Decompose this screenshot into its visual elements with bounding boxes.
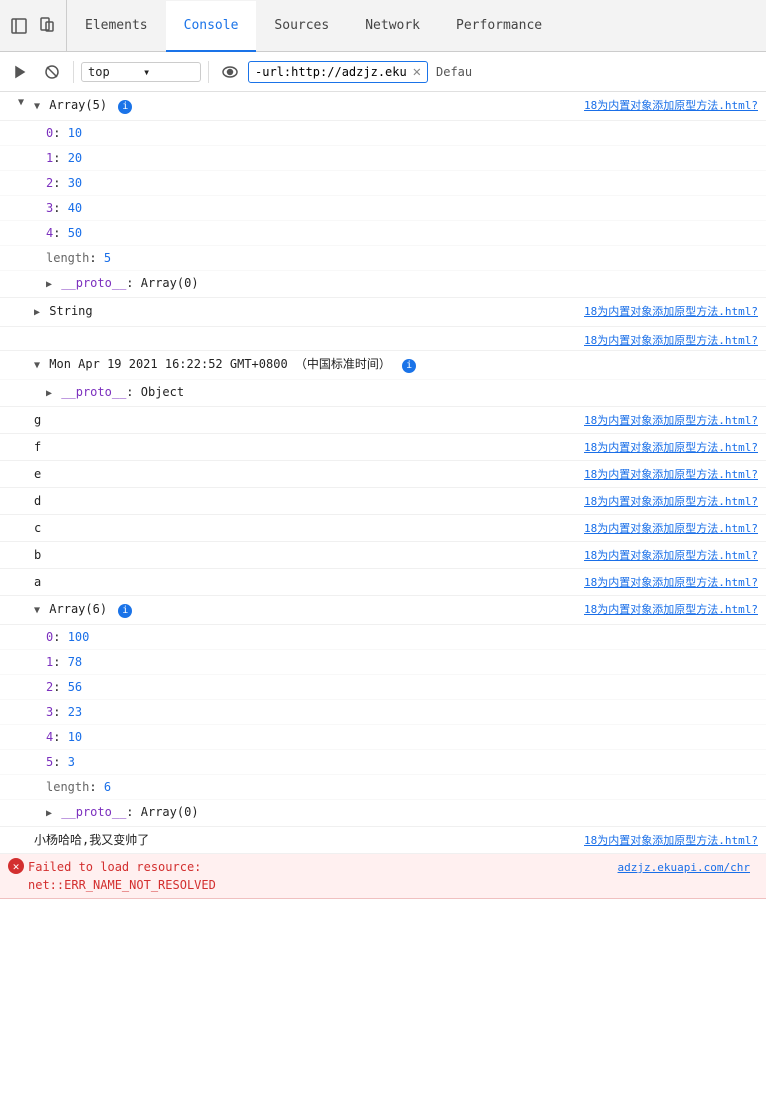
array6-proto: __proto__: Array(0) xyxy=(0,800,766,827)
array5-length: length: 5 xyxy=(0,246,766,271)
tab-network[interactable]: Network xyxy=(347,1,438,52)
row-g: g 18为内置对象添加原型方法.html? xyxy=(0,407,766,434)
array6-item-4: 4: 10 xyxy=(0,725,766,750)
eye-button[interactable] xyxy=(216,58,244,86)
array5-item-4: 4: 50 xyxy=(0,221,766,246)
date-label: Mon Apr 19 2021 16:22:52 GMT+0800 （中国标准时… xyxy=(49,357,391,371)
array5-item-1: 1: 20 xyxy=(0,146,766,171)
row-c-source[interactable]: 18为内置对象添加原型方法.html? xyxy=(580,517,766,536)
array6-length: length: 6 xyxy=(0,775,766,800)
tab-elements[interactable]: Elements xyxy=(67,1,166,52)
array5-proto: __proto__: Array(0) xyxy=(0,271,766,298)
date-info-icon[interactable]: i xyxy=(402,359,416,373)
string-source[interactable]: 18为内置对象添加原型方法.html? xyxy=(580,300,766,319)
string-label: String xyxy=(49,304,92,318)
row-a: a 18为内置对象添加原型方法.html? xyxy=(0,569,766,596)
row-b: b 18为内置对象添加原型方法.html? xyxy=(0,542,766,569)
row-e-source[interactable]: 18为内置对象添加原型方法.html? xyxy=(580,463,766,482)
array5-source[interactable]: 18为内置对象添加原型方法.html? xyxy=(580,94,766,113)
block-button[interactable] xyxy=(38,58,66,86)
string-row: String 18为内置对象添加原型方法.html? xyxy=(0,298,766,327)
error-source[interactable]: adzjz.ekuapi.com/chr xyxy=(614,858,758,874)
cursor-icon[interactable] xyxy=(8,15,30,37)
row-f-source[interactable]: 18为内置对象添加原型方法.html? xyxy=(580,436,766,455)
row-xiaoyang: 小杨哈哈,我又变帅了 18为内置对象添加原型方法.html? xyxy=(0,827,766,854)
array5-expand[interactable] xyxy=(0,94,30,108)
array6-info-icon[interactable]: i xyxy=(118,604,132,618)
array6-item-0: 0: 100 xyxy=(0,625,766,650)
error-text: Failed to load resource:net::ERR_NAME_NO… xyxy=(28,858,216,894)
empty-row-source[interactable]: 18为内置对象添加原型方法.html? xyxy=(580,329,766,348)
array6-label: Array(6) xyxy=(49,602,107,616)
row-d: d 18为内置对象添加原型方法.html? xyxy=(0,488,766,515)
date-header-row: Mon Apr 19 2021 16:22:52 GMT+0800 （中国标准时… xyxy=(0,351,766,380)
row-a-source[interactable]: 18为内置对象添加原型方法.html? xyxy=(580,571,766,590)
filter-input[interactable] xyxy=(255,65,409,79)
tab-bar: Elements Console Sources Network Perform… xyxy=(0,0,766,52)
array6-item-1: 1: 78 xyxy=(0,650,766,675)
array5-label: Array(5) xyxy=(49,98,107,112)
play-button[interactable] xyxy=(6,58,34,86)
array5-item-0: 0: 10 xyxy=(0,121,766,146)
array6-item-3: 3: 23 xyxy=(0,700,766,725)
row-g-source[interactable]: 18为内置对象添加原型方法.html? xyxy=(580,409,766,428)
console-toolbar: top ▾ ✕ Defau xyxy=(0,52,766,92)
array6-header-row: Array(6) i 18为内置对象添加原型方法.html? xyxy=(0,596,766,625)
filter-input-wrapper[interactable]: ✕ xyxy=(248,61,428,83)
divider2 xyxy=(208,61,209,83)
row-xiaoyang-source[interactable]: 18为内置对象添加原型方法.html? xyxy=(580,829,766,848)
row-d-source[interactable]: 18为内置对象添加原型方法.html? xyxy=(580,490,766,509)
filter-clear-icon[interactable]: ✕ xyxy=(413,64,421,80)
console-output: Array(5) i 18为内置对象添加原型方法.html? 0: 10 1: … xyxy=(0,92,766,1106)
array6-item-5: 5: 3 xyxy=(0,750,766,775)
row-e: e 18为内置对象添加原型方法.html? xyxy=(0,461,766,488)
row-f: f 18为内置对象添加原型方法.html? xyxy=(0,434,766,461)
array5-item-2: 2: 30 xyxy=(0,171,766,196)
tab-console[interactable]: Console xyxy=(166,1,257,52)
error-icon: ✕ xyxy=(8,858,24,874)
empty-row: 18为内置对象添加原型方法.html? xyxy=(0,327,766,351)
device-icon[interactable] xyxy=(36,15,58,37)
tab-performance[interactable]: Performance xyxy=(438,1,560,52)
chevron-down-icon: ▾ xyxy=(143,65,194,79)
array5-header-row: Array(5) i 18为内置对象添加原型方法.html? xyxy=(0,92,766,121)
array5-info-icon[interactable]: i xyxy=(118,100,132,114)
error-row: ✕ Failed to load resource:net::ERR_NAME_… xyxy=(0,854,766,899)
tab-sources[interactable]: Sources xyxy=(256,1,347,52)
context-selector[interactable]: top ▾ xyxy=(81,62,201,82)
row-c: c 18为内置对象添加原型方法.html? xyxy=(0,515,766,542)
default-label: Defau xyxy=(436,65,472,79)
array6-source[interactable]: 18为内置对象添加原型方法.html? xyxy=(580,598,766,617)
row-b-source[interactable]: 18为内置对象添加原型方法.html? xyxy=(580,544,766,563)
array6-item-2: 2: 56 xyxy=(0,675,766,700)
date-proto: __proto__: Object xyxy=(0,380,766,407)
divider xyxy=(73,61,74,83)
array5-item-3: 3: 40 xyxy=(0,196,766,221)
devtools-icons xyxy=(0,0,67,51)
string-expand[interactable] xyxy=(0,300,30,303)
